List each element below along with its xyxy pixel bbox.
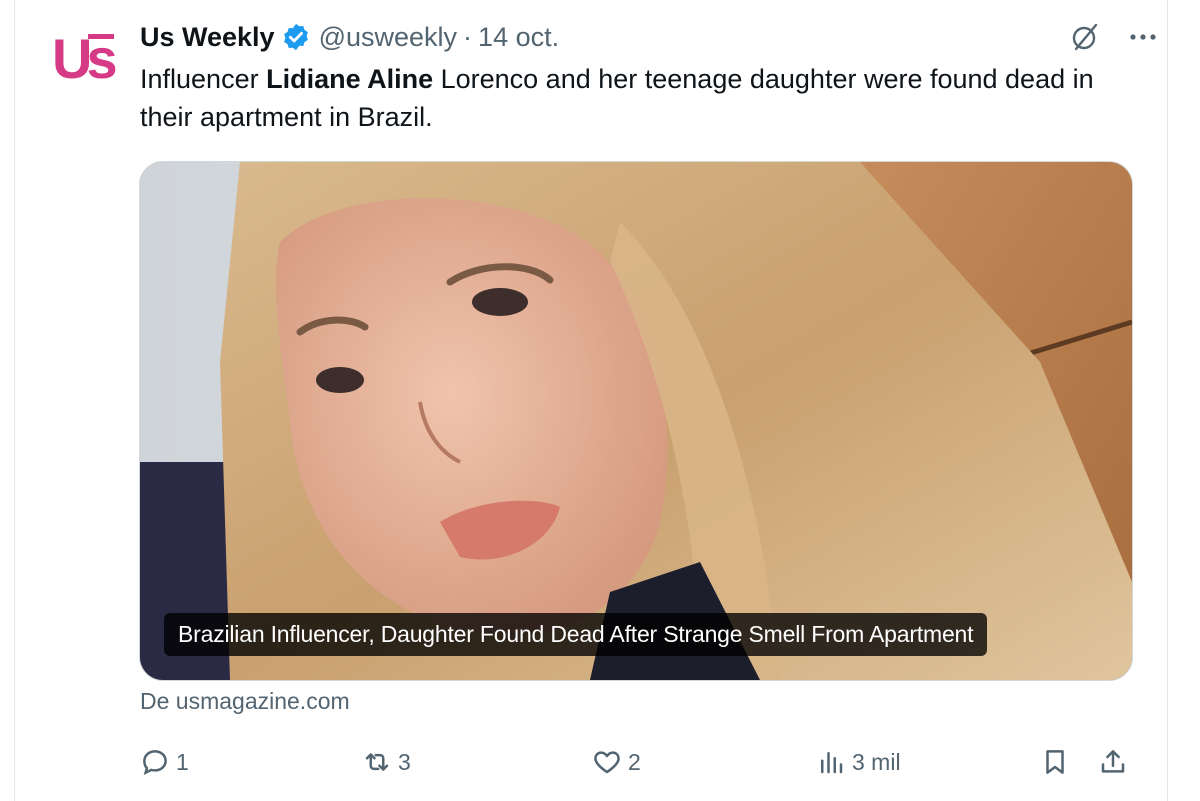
avatar[interactable]: Us (52, 27, 121, 90)
like-button[interactable]: 2 (592, 742, 641, 782)
more-icon[interactable] (1126, 20, 1160, 54)
share-icon (1098, 747, 1128, 777)
reply-icon (140, 747, 170, 777)
link-source[interactable]: De usmagazine.com (140, 688, 350, 715)
tweet-text-bold-name: Lidiane Aline (266, 64, 434, 94)
views-icon (816, 747, 846, 777)
repost-count: 3 (398, 748, 411, 775)
media-photo (140, 162, 1132, 680)
media-caption: Brazilian Influencer, Daughter Found Dea… (164, 613, 988, 656)
media-card[interactable]: Brazilian Influencer, Daughter Found Dea… (139, 161, 1133, 681)
views-button[interactable]: 3 mil (816, 742, 901, 782)
tweet-date[interactable]: 14 oct. (478, 22, 559, 53)
tweet-action-bar: 1 3 2 3 mil (140, 742, 1132, 782)
verified-badge-icon[interactable] (281, 22, 311, 52)
bookmark-icon (1040, 747, 1070, 777)
share-button[interactable] (1098, 742, 1128, 782)
tweet-header: Us Weekly @usweekly · 14 oct. (140, 18, 559, 56)
author-handle[interactable]: @usweekly (319, 22, 457, 53)
reply-count: 1 (176, 748, 189, 775)
heart-icon (592, 747, 622, 777)
bookmark-button[interactable] (1040, 742, 1070, 782)
grok-icon[interactable] (1068, 20, 1102, 54)
tweet-top-actions (1068, 20, 1160, 54)
like-count: 2 (628, 748, 641, 775)
views-count: 3 mil (852, 748, 901, 775)
tweet-text-part1: Influencer (140, 64, 267, 94)
repost-button[interactable]: 3 (362, 742, 411, 782)
reply-button[interactable]: 1 (140, 742, 189, 782)
tweet-text: Influencer Lidiane Aline Lorenco and her… (140, 60, 1100, 136)
author-name[interactable]: Us Weekly (140, 22, 275, 53)
repost-icon (362, 747, 392, 777)
header-separator: · (463, 21, 473, 52)
